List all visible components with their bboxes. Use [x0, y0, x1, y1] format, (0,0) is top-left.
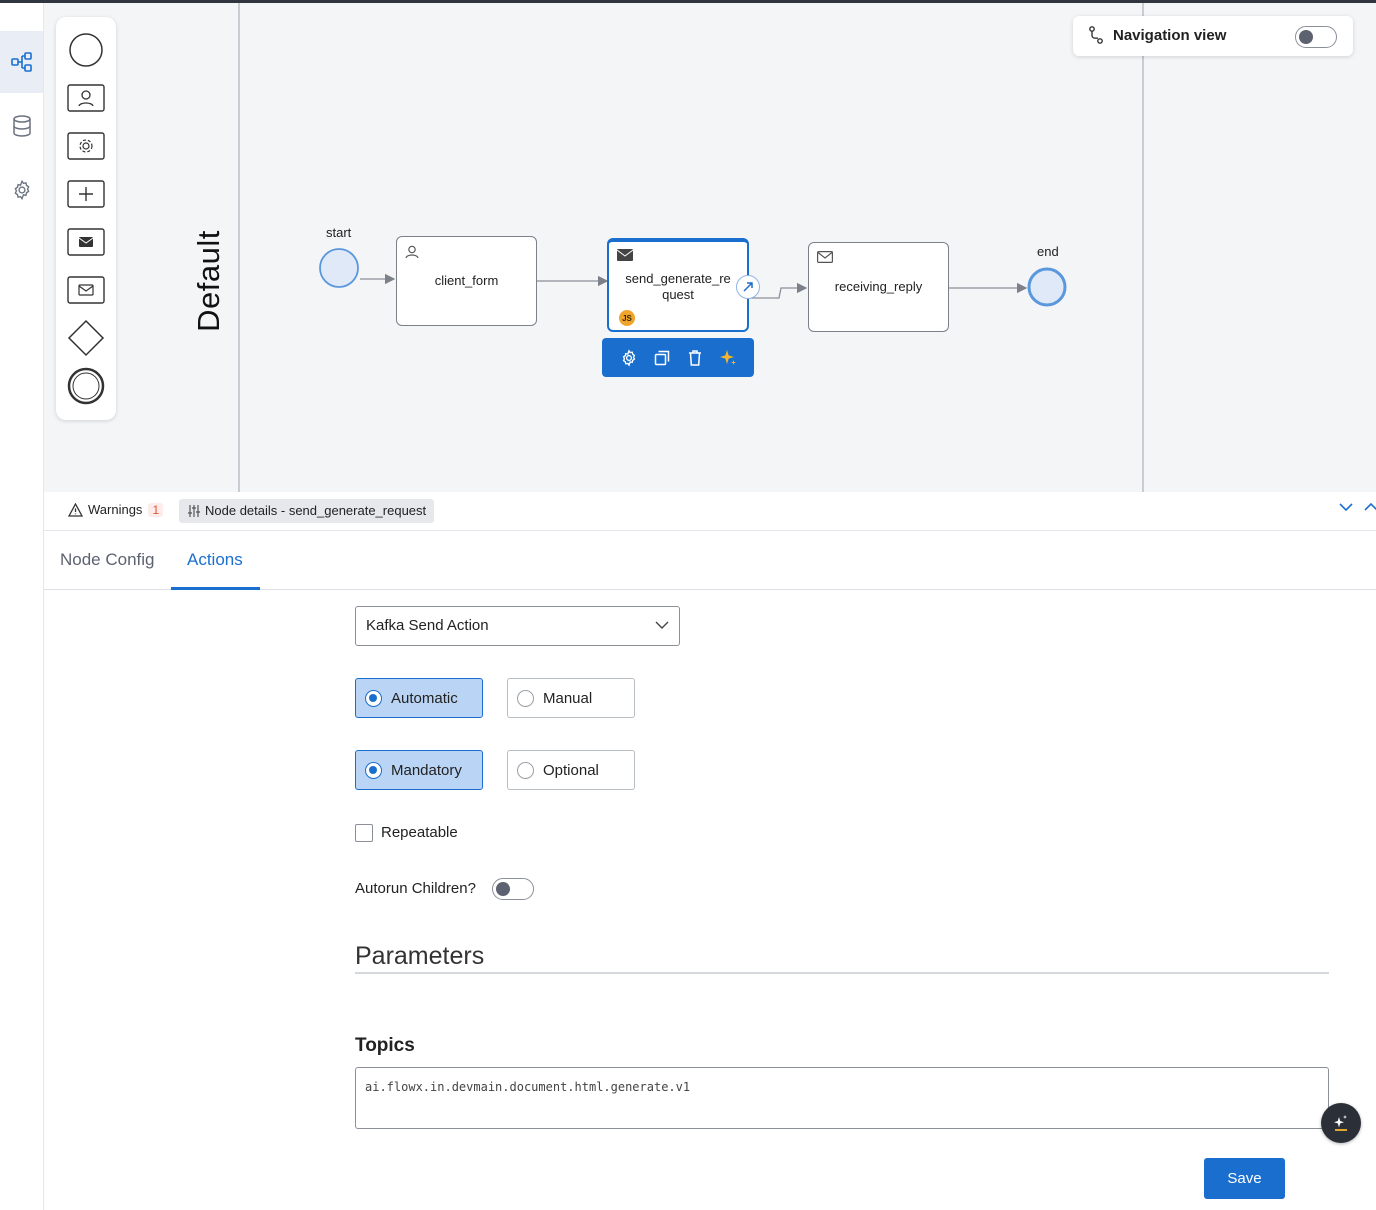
action-form: Kafka Send Action Automatic Manual Manda… [0, 590, 1376, 1210]
connect-handle[interactable] [736, 275, 760, 299]
gear-icon [14, 179, 29, 201]
radio-indicator [517, 690, 534, 707]
user-task-icon [405, 245, 419, 259]
sparkle-icon [1334, 1115, 1347, 1131]
task-receiving-reply[interactable]: receiving_reply [808, 242, 949, 332]
start-event[interactable] [318, 248, 360, 290]
node-details-tab[interactable]: Node details - send_generate_request [179, 499, 435, 523]
process-diagram-icon [10, 52, 32, 72]
script-badge: JS [619, 310, 635, 326]
task-client-form[interactable]: client_form [396, 236, 537, 326]
radio-label: Automatic [391, 690, 458, 707]
radio-indicator [365, 690, 382, 707]
radio-indicator [517, 762, 534, 779]
sparkle-icon [719, 349, 736, 365]
node-context-toolbar [602, 338, 754, 377]
warnings-count-badge: 1 [148, 502, 164, 517]
topics-input[interactable]: ai.flowx.in.devmain.document.html.genera… [355, 1067, 1329, 1129]
connect-arrow-icon [743, 282, 753, 292]
process-canvas[interactable]: Default start client_form send_generate_… [44, 3, 1376, 492]
warnings-button[interactable]: Warnings 1 [68, 502, 164, 517]
autorun-children-toggle[interactable] [492, 878, 534, 900]
radio-label: Mandatory [391, 762, 462, 779]
radio-automatic[interactable]: Automatic [355, 678, 483, 718]
end-event-caption: end [1037, 244, 1059, 259]
navigation-view-toggle[interactable] [1295, 26, 1337, 48]
topics-label: Topics [355, 1035, 415, 1056]
action-type-select[interactable]: Kafka Send Action [355, 606, 680, 646]
chevron-down-icon[interactable] [1339, 502, 1353, 512]
route-icon [1089, 26, 1103, 44]
gear-icon [622, 348, 635, 367]
receive-message-icon [817, 251, 833, 263]
chevron-down-icon [655, 621, 669, 629]
task-label: send_generate_re quest [625, 271, 731, 302]
database-icon [12, 115, 31, 137]
navigation-view-label: Navigation view [1113, 27, 1227, 44]
warning-icon [68, 502, 83, 517]
end-event[interactable] [1027, 266, 1069, 308]
tab-actions[interactable]: Actions [187, 550, 243, 570]
rail-data-model[interactable] [0, 95, 43, 157]
radio-mandatory[interactable]: Mandatory [355, 750, 483, 790]
task-label: receiving_reply [834, 279, 923, 294]
radio-label: Manual [543, 690, 593, 707]
repeatable-label: Repeatable [381, 824, 458, 841]
node-details-tabs: Node Config Actions [44, 531, 1376, 590]
save-button[interactable]: Save [1204, 1158, 1285, 1199]
section-divider [355, 972, 1329, 974]
copy-icon [654, 350, 669, 365]
toggle-knob [1299, 30, 1313, 44]
node-details-label: Node details - send_generate_request [205, 503, 427, 518]
rail-process-designer[interactable] [0, 31, 43, 93]
radio-indicator [365, 762, 382, 779]
repeatable-checkbox[interactable] [355, 824, 373, 842]
parameters-heading: Parameters [355, 942, 485, 970]
trash-icon [688, 349, 701, 366]
send-message-icon [617, 249, 633, 261]
chevron-up-icon[interactable] [1364, 502, 1376, 512]
tab-node-config[interactable]: Node Config [60, 550, 155, 570]
start-event-caption: start [326, 225, 352, 240]
node-settings-button[interactable] [617, 346, 641, 370]
radio-label: Optional [543, 762, 599, 779]
panel-status-strip: Warnings 1 Node details - send_generate_… [44, 492, 1376, 531]
radio-manual[interactable]: Manual [507, 678, 635, 718]
task-label: client_form [434, 273, 499, 288]
sliders-icon [188, 505, 200, 517]
task-send-generate-request[interactable]: send_generate_re quest JS [607, 238, 749, 332]
radio-optional[interactable]: Optional [507, 750, 635, 790]
action-type-value: Kafka Send Action [366, 617, 489, 634]
duplicate-node-button[interactable] [650, 346, 674, 370]
warnings-label: Warnings [88, 502, 143, 517]
navigation-view-panel: Navigation view [1073, 16, 1353, 56]
ai-assist-button[interactable] [716, 346, 740, 370]
rail-settings[interactable] [0, 159, 43, 221]
toggle-knob [496, 882, 510, 896]
delete-node-button[interactable] [683, 346, 707, 370]
autorun-children-label: Autorun Children? [355, 880, 476, 897]
ai-assistant-button[interactable] [1321, 1103, 1361, 1143]
